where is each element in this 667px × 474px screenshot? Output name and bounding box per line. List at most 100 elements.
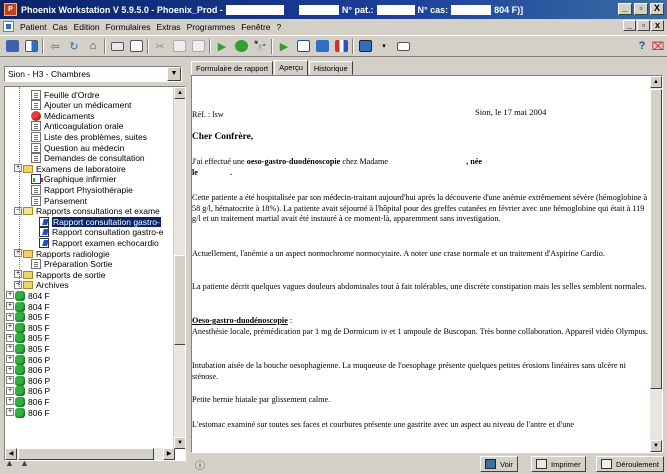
- back-icon[interactable]: ⇦: [46, 38, 64, 55]
- tree-item[interactable]: Demandes de consultation: [31, 153, 145, 164]
- tree-item[interactable]: 805 F: [15, 333, 50, 344]
- menu-extras[interactable]: Extras: [153, 22, 183, 32]
- forward-icon[interactable]: ↻: [65, 38, 83, 55]
- expand-icon[interactable]: +: [14, 249, 22, 257]
- flag-icon[interactable]: ▶: [275, 38, 293, 55]
- expand-icon[interactable]: +: [6, 397, 14, 406]
- tree-item[interactable]: Médicaments: [31, 110, 95, 121]
- scroll-down-icon[interactable]: ▼: [650, 440, 662, 452]
- tree-item[interactable]: 806 F: [15, 396, 50, 407]
- expand-icon[interactable]: +: [6, 386, 14, 395]
- tree-scroll-thumb[interactable]: [174, 255, 185, 345]
- imprimer-button[interactable]: Imprimer: [531, 456, 586, 472]
- tree-item[interactable]: Ajouter un médicament: [31, 100, 131, 111]
- expand-icon[interactable]: +: [6, 323, 14, 332]
- home-icon[interactable]: ⌂: [84, 38, 102, 55]
- paste-icon[interactable]: [189, 38, 207, 55]
- tree-item[interactable]: Rapports consultations et exame: [23, 206, 160, 217]
- patient-tree[interactable]: ▲ ▼ ◀ ▶ Feuille d'Ordre Ajouter un médica…: [4, 86, 186, 461]
- scroll-up-icon[interactable]: ▲: [174, 87, 185, 99]
- chevron-down-icon[interactable]: ▼: [167, 67, 181, 81]
- tree-item[interactable]: Question au médecin: [31, 142, 124, 153]
- minimize-button[interactable]: _: [618, 3, 632, 15]
- tree-item[interactable]: 806 F: [15, 407, 50, 418]
- tree-item[interactable]: Rapport consultation gastro-e: [39, 227, 164, 238]
- expand-icon[interactable]: +: [6, 291, 14, 300]
- tree-item[interactable]: 806 P: [15, 375, 50, 386]
- preview-icon[interactable]: [127, 38, 145, 55]
- cut-icon[interactable]: ✂: [151, 38, 169, 55]
- find-icon[interactable]: 🔭: [251, 38, 269, 55]
- tree-item[interactable]: Graphique infirmier: [31, 174, 116, 185]
- tab-apercu[interactable]: Aperçu: [274, 60, 308, 76]
- maximize-button[interactable]: ▫: [634, 3, 648, 15]
- menu-formulaires[interactable]: Formulaires: [103, 22, 154, 32]
- expand-icon[interactable]: +: [6, 408, 14, 416]
- expand-icon[interactable]: +: [6, 344, 14, 353]
- expand-icon[interactable]: +: [14, 164, 22, 173]
- layout-icon[interactable]: [22, 38, 40, 55]
- child-restore-button[interactable]: ▫: [637, 20, 650, 31]
- play-icon[interactable]: ▶: [213, 38, 231, 55]
- tree-item[interactable]: Anticoagulation orale: [31, 121, 123, 132]
- document-scroll-thumb[interactable]: [650, 89, 662, 389]
- expand-icon[interactable]: +: [14, 270, 22, 279]
- tree-item[interactable]: 804 F: [15, 301, 50, 312]
- expand-icon[interactable]: +: [6, 355, 14, 363]
- child-close-button[interactable]: x: [651, 20, 664, 31]
- tab-historique[interactable]: Historique: [308, 61, 353, 75]
- voir-button[interactable]: Voir: [480, 456, 518, 472]
- grid-icon[interactable]: [313, 38, 331, 55]
- tree-item[interactable]: Rapport examen echocardio: [39, 237, 159, 248]
- tree-item[interactable]: 805 F: [15, 343, 50, 354]
- tree-item[interactable]: 804 F: [15, 290, 50, 301]
- expand-icon[interactable]: +: [6, 376, 14, 385]
- expand-icon[interactable]: +: [14, 280, 22, 289]
- tree-item[interactable]: 806 P: [15, 386, 50, 397]
- screen-icon[interactable]: [356, 38, 374, 55]
- collapse-icon[interactable]: −: [14, 206, 22, 215]
- tree-item[interactable]: Rapports radiologie: [23, 248, 110, 259]
- menu-programmes[interactable]: Programmes: [184, 22, 239, 32]
- menu-edition[interactable]: Edition: [71, 22, 103, 32]
- close-button[interactable]: X: [650, 3, 664, 15]
- chart-icon[interactable]: [332, 38, 350, 55]
- menu-fenetre[interactable]: Fenêtre: [238, 22, 273, 32]
- tree-item[interactable]: Pansement: [31, 195, 87, 206]
- phoenix-app-icon[interactable]: P: [4, 3, 17, 16]
- document-vertical-scrollbar[interactable]: ▲ ▼: [650, 76, 662, 452]
- ward-selector[interactable]: Sion - H3 - Chambres ▼: [4, 66, 182, 82]
- dropdown-arrow-icon[interactable]: ▾: [375, 38, 393, 55]
- report-preview[interactable]: Réf. : lsw Sion, le 17 mai 2004 Cher Con…: [191, 75, 663, 453]
- tree-item[interactable]: Liste des problèmes, suites: [31, 131, 147, 142]
- window-icon[interactable]: [294, 38, 312, 55]
- expand-icon[interactable]: +: [6, 333, 14, 342]
- tree-item[interactable]: Rapport consultation gastro-: [39, 216, 161, 227]
- tree-item[interactable]: 805 F: [15, 312, 50, 323]
- menu-cas[interactable]: Cas: [49, 22, 70, 32]
- scroll-up-icon[interactable]: ▲: [650, 76, 662, 88]
- print-icon[interactable]: [108, 38, 126, 55]
- tree-item[interactable]: Examens de laboratoire: [23, 163, 126, 174]
- tree-item[interactable]: 805 F: [15, 322, 50, 333]
- document-menu-icon[interactable]: [3, 21, 14, 32]
- deroulement-button[interactable]: Déroulement: [596, 456, 664, 472]
- scroll-down-icon[interactable]: ▼: [174, 437, 185, 449]
- exit-icon[interactable]: ⌧: [649, 38, 667, 55]
- copy-icon[interactable]: [170, 38, 188, 55]
- tree-item[interactable]: Préparation Sortie: [31, 259, 113, 270]
- menu-help[interactable]: ?: [274, 22, 285, 32]
- tab-formulaire-de-rapport[interactable]: Formulaire de rapport: [191, 61, 274, 75]
- nav-up-icon[interactable]: ▲: [5, 458, 14, 468]
- nav-down-icon[interactable]: ▲: [20, 458, 29, 468]
- tree-vertical-scrollbar[interactable]: ▲ ▼: [173, 87, 185, 449]
- expand-icon[interactable]: +: [6, 365, 14, 374]
- menu-patient[interactable]: Patient: [17, 22, 49, 32]
- tree-item[interactable]: Archives: [23, 280, 69, 291]
- tree-item[interactable]: Rapports de sortie: [23, 269, 105, 280]
- tree-item[interactable]: 806 P: [15, 365, 50, 376]
- help-circle-icon[interactable]: ⓘ: [195, 457, 205, 472]
- tree-item[interactable]: Feuille d'Ordre: [31, 89, 99, 100]
- tree-item[interactable]: 806 P: [15, 354, 50, 365]
- mail-icon[interactable]: [394, 38, 412, 55]
